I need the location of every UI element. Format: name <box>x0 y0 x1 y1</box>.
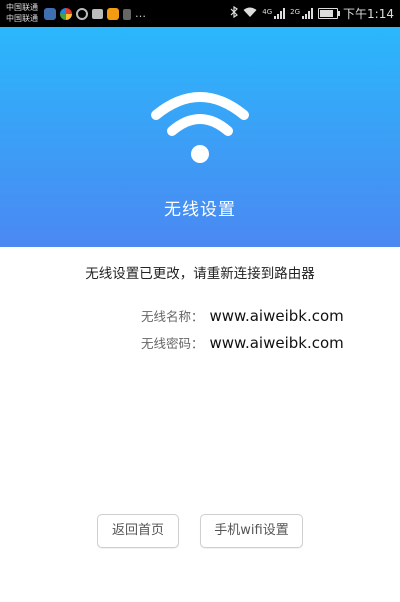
password-label: 无线密码： <box>141 336 204 351</box>
battery-icon <box>318 8 341 19</box>
network-type-2: 2G <box>290 8 301 16</box>
phone-wifi-settings-button[interactable]: 手机wifi设置 <box>200 514 303 548</box>
signal-strength-1-icon: 4G <box>262 8 286 19</box>
ssid-row: 无线名称： www.aiweibk.com <box>141 306 344 326</box>
carrier-info: 中国联通 中国联通 <box>6 2 38 24</box>
notification-icons: … <box>44 7 147 21</box>
sync-notification-icon <box>76 8 88 20</box>
password-row: 无线密码： www.aiweibk.com <box>141 333 344 353</box>
wifi-status-icon <box>243 7 257 21</box>
wifi-icon <box>151 92 249 163</box>
bluetooth-icon <box>230 5 239 21</box>
page-title: 无线设置 <box>164 200 236 220</box>
ssid-label: 无线名称： <box>141 309 204 324</box>
system-indicators: 4G 2G 下午1:14 <box>230 5 394 22</box>
status-message: 无线设置已更改，请重新连接到路由器 <box>85 266 315 282</box>
ssid-value: www.aiweibk.com <box>209 307 344 325</box>
app-notification-icon <box>44 8 56 20</box>
browser-notification-icon <box>60 8 72 20</box>
password-value: www.aiweibk.com <box>209 334 344 352</box>
signal-strength-2-icon: 2G <box>290 8 314 19</box>
camera-notification-icon <box>107 8 119 20</box>
lock-notification-icon <box>123 8 131 20</box>
carrier-name-1: 中国联通 <box>6 3 38 12</box>
battery-level <box>320 10 334 17</box>
carrier-name-2: 中国联通 <box>6 14 38 23</box>
status-bar: 中国联通 中国联通 … 4G 2G 下午1:14 <box>0 0 400 27</box>
clock: 下午1:14 <box>343 7 394 21</box>
more-notifications-icon: … <box>135 7 147 20</box>
network-type-1: 4G <box>262 8 273 16</box>
heart-notification-icon <box>92 9 103 19</box>
header-banner: 无线设置 <box>0 27 400 247</box>
return-home-button[interactable]: 返回首页 <box>97 514 179 548</box>
